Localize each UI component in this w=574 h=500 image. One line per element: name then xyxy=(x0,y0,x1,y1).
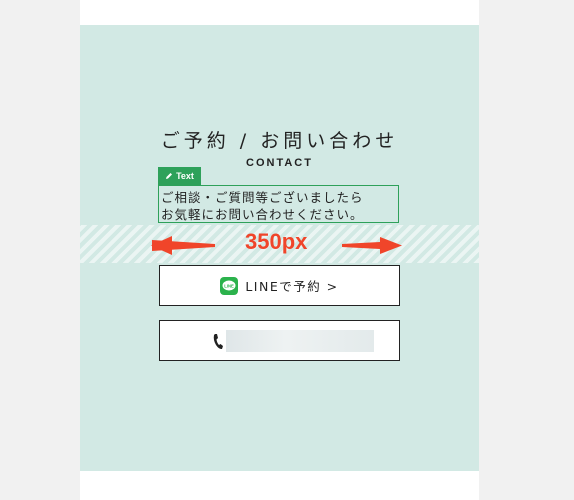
text-tag-label: Text xyxy=(176,171,194,181)
svg-text:LINE: LINE xyxy=(225,283,235,288)
phone-icon xyxy=(213,334,223,350)
phone-button[interactable] xyxy=(159,320,400,361)
selected-text-block[interactable]: ご相談・ご質問等ございましたら お気軽にお問い合わせください。 xyxy=(158,185,399,223)
text-line: お気軽にお問い合わせください。 xyxy=(161,207,364,222)
width-label: 350px xyxy=(245,229,308,254)
line-reserve-button[interactable]: LINE LINEで予約 > xyxy=(159,265,400,306)
phone-number-placeholder xyxy=(226,330,374,352)
text-line: ご相談・ご質問等ございましたら xyxy=(161,190,364,205)
text-element-tag[interactable]: Text xyxy=(158,167,201,185)
right-arrow-icon xyxy=(342,237,402,254)
line-app-icon: LINE xyxy=(220,276,239,295)
pencil-icon xyxy=(166,173,173,179)
left-arrow-icon xyxy=(151,236,215,255)
line-reserve-label: LINEで予約 > xyxy=(245,279,339,294)
section-subtitle: CONTACT xyxy=(246,157,313,169)
section-title: ご予約 / お問い合わせ xyxy=(160,130,399,152)
